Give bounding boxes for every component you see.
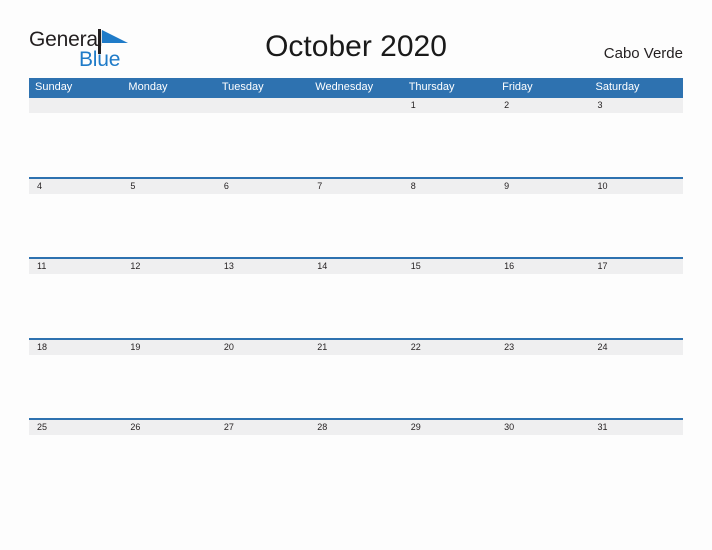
day-cell[interactable]: 9 <box>496 179 589 194</box>
day-cell[interactable]: 23 <box>496 340 589 355</box>
week-date-strip: 25 26 27 28 29 30 31 <box>29 420 683 435</box>
day-cell[interactable]: 7 <box>309 179 402 194</box>
day-cell[interactable]: 13 <box>216 259 309 274</box>
week-notes-area[interactable] <box>29 193 683 257</box>
day-cell[interactable]: 18 <box>29 340 122 355</box>
weekday-header-wednesday: Wednesday <box>315 81 374 93</box>
weekday-header-saturday: Saturday <box>595 81 640 93</box>
weekday-header-tuesday: Tuesday <box>221 81 264 93</box>
day-cell[interactable]: 20 <box>216 340 309 355</box>
day-cell[interactable]: 1 <box>403 98 496 113</box>
weekday-header-thursday: Thursday <box>408 81 455 93</box>
calendar-week-row: 4 5 6 7 8 9 10 <box>29 176 683 257</box>
calendar-grid: Sunday Monday Tuesday Wednesday Thursday… <box>29 78 683 499</box>
calendar-weekday-header: Sunday Monday Tuesday Wednesday Thursday… <box>29 78 683 96</box>
day-cell[interactable]: 10 <box>590 179 683 194</box>
day-cell[interactable]: 22 <box>403 340 496 355</box>
day-cell[interactable]: 15 <box>403 259 496 274</box>
week-date-strip: 4 5 6 7 8 9 10 <box>29 178 683 194</box>
day-cell[interactable]: 3 <box>590 98 683 113</box>
week-date-strip: 18 19 20 21 22 23 24 <box>29 339 683 355</box>
day-cell[interactable]: 12 <box>122 259 215 274</box>
week-notes-area[interactable] <box>29 113 683 177</box>
day-cell[interactable]: 8 <box>403 179 496 194</box>
weekday-header-friday: Friday <box>502 81 533 93</box>
day-cell[interactable]: 19 <box>122 340 215 355</box>
week-notes-area[interactable] <box>29 274 683 338</box>
day-cell[interactable]: 17 <box>590 259 683 274</box>
day-cell[interactable]: 24 <box>590 340 683 355</box>
day-cell[interactable] <box>29 98 122 113</box>
day-cell[interactable]: 30 <box>496 420 589 435</box>
weekday-header-sunday: Sunday <box>35 81 73 93</box>
day-cell[interactable]: 31 <box>590 420 683 435</box>
day-cell[interactable]: 2 <box>496 98 589 113</box>
calendar-week-row: 1 2 3 <box>29 96 683 177</box>
week-notes-area[interactable] <box>29 435 683 499</box>
day-cell[interactable]: 29 <box>403 420 496 435</box>
day-cell[interactable]: 4 <box>29 179 122 194</box>
week-notes-area[interactable] <box>29 354 683 418</box>
day-cell[interactable]: 16 <box>496 259 589 274</box>
day-cell[interactable] <box>309 98 402 113</box>
day-cell[interactable]: 6 <box>216 179 309 194</box>
page-header: General Blue October 2020 Cabo Verde <box>0 0 712 78</box>
day-cell[interactable]: 5 <box>122 179 215 194</box>
week-date-strip: 11 12 13 14 15 16 17 <box>29 259 683 274</box>
day-cell[interactable]: 14 <box>309 259 402 274</box>
calendar-week-row: 11 12 13 14 15 16 17 <box>29 257 683 338</box>
day-cell[interactable] <box>122 98 215 113</box>
day-cell[interactable]: 26 <box>122 420 215 435</box>
calendar-week-row: 18 19 20 21 22 23 24 <box>29 337 683 418</box>
day-cell[interactable] <box>216 98 309 113</box>
weekday-header-monday: Monday <box>128 81 168 93</box>
week-date-strip: 1 2 3 <box>29 98 683 113</box>
day-cell[interactable]: 25 <box>29 420 122 435</box>
day-cell[interactable]: 11 <box>29 259 122 274</box>
calendar-location-label: Cabo Verde <box>603 45 683 62</box>
day-cell[interactable]: 28 <box>309 420 402 435</box>
day-cell[interactable]: 21 <box>309 340 402 355</box>
calendar-week-row: 25 26 27 28 29 30 31 <box>29 418 683 499</box>
day-cell[interactable]: 27 <box>216 420 309 435</box>
